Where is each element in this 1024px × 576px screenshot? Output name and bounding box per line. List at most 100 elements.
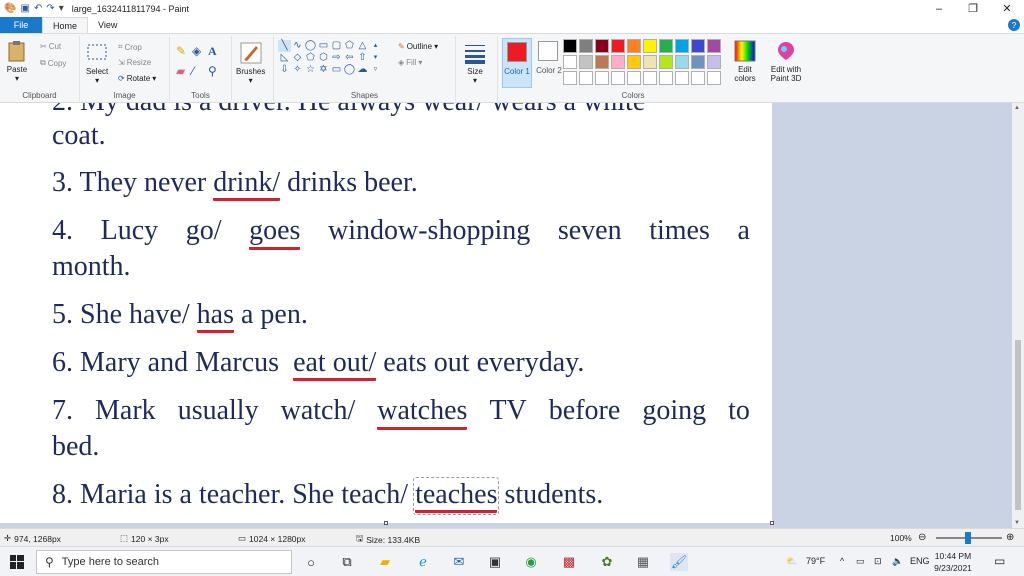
scroll-up-icon[interactable]: ▴ — [369, 40, 382, 52]
customize-toolbar-icon[interactable]: ▾ — [59, 3, 64, 14]
chromium-edge-icon[interactable]: ◉ — [522, 553, 540, 571]
right-arrow-shape-icon[interactable]: ⇨ — [330, 52, 343, 64]
scroll-up-arrow-icon[interactable]: ▲ — [1014, 105, 1020, 111]
eraser-icon[interactable]: ▰ — [176, 64, 192, 84]
palette-swatch[interactable] — [595, 39, 609, 53]
rounded-rect-shape-icon[interactable]: ▢ — [330, 40, 343, 52]
right-triangle-shape-icon[interactable]: ◺ — [278, 52, 291, 64]
polygon-shape-icon[interactable]: ⬠ — [343, 40, 356, 52]
six-point-star-icon[interactable]: ✡ — [317, 64, 330, 76]
palette-swatch[interactable] — [691, 39, 705, 53]
app-with-badge-icon[interactable]: ▩ — [560, 553, 578, 571]
left-arrow-shape-icon[interactable]: ⇦ — [343, 52, 356, 64]
magnifier-icon[interactable]: ⚲ — [208, 64, 224, 84]
help-icon[interactable]: ? — [1008, 19, 1020, 31]
palette-swatch[interactable] — [707, 71, 721, 85]
five-point-star-icon[interactable]: ☆ — [304, 64, 317, 76]
scroll-down-arrow-icon[interactable]: ▼ — [1014, 520, 1020, 526]
scroll-down-icon[interactable]: ▾ — [369, 52, 382, 64]
pencil-icon[interactable]: ✎ — [176, 44, 192, 64]
battery-icon[interactable]: ▭ — [856, 556, 865, 567]
size-button[interactable]: Size ▾ — [464, 42, 486, 85]
palette-swatch[interactable] — [611, 55, 625, 69]
palette-swatch[interactable] — [627, 71, 641, 85]
palette-swatch[interactable] — [691, 71, 705, 85]
edge-icon[interactable]: ℯ — [414, 553, 432, 571]
palette-swatch[interactable] — [579, 71, 593, 85]
line-shape-icon[interactable]: ╲ — [278, 40, 291, 52]
palette-swatch[interactable] — [595, 55, 609, 69]
palette-swatch[interactable] — [707, 39, 721, 53]
tab-file[interactable]: File — [0, 17, 42, 33]
color-picker-icon[interactable]: ⁄ — [192, 64, 208, 84]
fill-bucket-icon[interactable]: ◈ — [192, 44, 208, 64]
drawing-canvas[interactable]: 2. My dad is a driver. He always wear/ w… — [0, 103, 772, 523]
resize-handle-bottom[interactable] — [384, 521, 388, 525]
windows-start-icon[interactable] — [10, 555, 24, 569]
edit-paint3d-button[interactable]: Edit with Paint 3D — [768, 40, 804, 83]
palette-swatch[interactable] — [643, 39, 657, 53]
palette-swatch[interactable] — [675, 55, 689, 69]
palette-swatch[interactable] — [659, 71, 673, 85]
task-view-icon[interactable]: ⧉ — [338, 553, 356, 571]
callout-rect-icon[interactable]: ▭ — [330, 64, 343, 76]
color2-button[interactable]: Color 2 — [535, 38, 563, 88]
close-button[interactable]: ✕ — [990, 0, 1024, 17]
volume-icon[interactable]: 🔈 — [892, 556, 903, 567]
mail-icon[interactable]: ✉ — [450, 553, 468, 571]
callout-oval-icon[interactable]: ◯ — [343, 64, 356, 76]
tab-view[interactable]: View — [88, 17, 127, 33]
save-icon[interactable]: ▣ — [20, 3, 29, 14]
zoom-in-icon[interactable]: ⊕ — [1006, 532, 1014, 543]
palette-swatch[interactable] — [659, 39, 673, 53]
palette-swatch[interactable] — [675, 39, 689, 53]
canvas-area[interactable]: 2. My dad is a driver. He always wear/ w… — [0, 103, 1012, 528]
language-indicator[interactable]: ENG — [910, 556, 930, 566]
cortana-icon[interactable]: ○ — [302, 553, 320, 571]
paint-taskbar-icon[interactable]: 🖌 — [670, 553, 688, 571]
color1-button[interactable]: Color 1 — [502, 38, 532, 88]
palette-swatch[interactable] — [643, 55, 657, 69]
outline-button[interactable]: ✎ Outline ▾ — [398, 42, 438, 51]
shapes-gallery[interactable]: ╲ ∿ ◯ ▭ ▢ ⬠ △ ▴ ◺ ◇ ⬠ ⬡ ⇨ ⇦ ⇧ ▾ ⇩ ✧ ☆ ✡ ▭ ◯ ☁ ▿ — [278, 40, 386, 76]
four-point-star-icon[interactable]: ✧ — [291, 64, 304, 76]
undo-icon[interactable]: ↶ — [34, 3, 42, 14]
tab-home[interactable]: Home — [42, 17, 89, 33]
palette-swatch[interactable] — [579, 55, 593, 69]
triangle-shape-icon[interactable]: △ — [356, 40, 369, 52]
store-icon[interactable]: ▣ — [486, 553, 504, 571]
select-button[interactable]: Select ▾ — [86, 42, 108, 85]
calculator-icon[interactable]: ▦ — [634, 553, 652, 571]
down-arrow-shape-icon[interactable]: ⇩ — [278, 64, 291, 76]
restore-button[interactable]: ❐ — [956, 0, 990, 17]
weather-icon[interactable]: ⛅ — [786, 556, 797, 567]
oval-shape-icon[interactable]: ◯ — [304, 40, 317, 52]
scrollbar-thumb[interactable] — [1015, 340, 1021, 510]
text-icon[interactable]: A — [208, 44, 224, 64]
palette-swatch[interactable] — [611, 71, 625, 85]
fill-button[interactable]: ◈ Fill ▾ — [398, 58, 422, 67]
color-palette[interactable] — [563, 39, 722, 86]
brushes-button[interactable]: Brushes ▾ — [236, 42, 265, 85]
pentagon-shape-icon[interactable]: ⬠ — [304, 52, 317, 64]
palette-swatch[interactable] — [611, 39, 625, 53]
resize-handle-corner[interactable] — [770, 521, 774, 525]
palette-swatch[interactable] — [691, 55, 705, 69]
weather-temp[interactable]: 79°F — [806, 556, 825, 566]
minimize-button[interactable]: – — [922, 0, 956, 17]
palette-swatch[interactable] — [563, 71, 577, 85]
crop-button[interactable]: ⌗ Crop — [118, 42, 142, 52]
taskbar-search-box[interactable]: ⚲ Type here to search — [36, 550, 292, 574]
callout-cloud-icon[interactable]: ☁ — [356, 64, 369, 76]
palette-swatch[interactable] — [627, 39, 641, 53]
game-icon[interactable]: ✿ — [598, 553, 616, 571]
palette-swatch[interactable] — [563, 39, 577, 53]
palette-swatch[interactable] — [627, 55, 641, 69]
palette-swatch[interactable] — [643, 71, 657, 85]
tray-overflow-icon[interactable]: ^ — [840, 556, 844, 566]
curve-shape-icon[interactable]: ∿ — [291, 40, 304, 52]
redo-icon[interactable]: ↷ — [46, 3, 54, 14]
palette-swatch[interactable] — [563, 55, 577, 69]
zoom-out-icon[interactable]: ⊖ — [918, 532, 926, 543]
palette-swatch[interactable] — [659, 55, 673, 69]
